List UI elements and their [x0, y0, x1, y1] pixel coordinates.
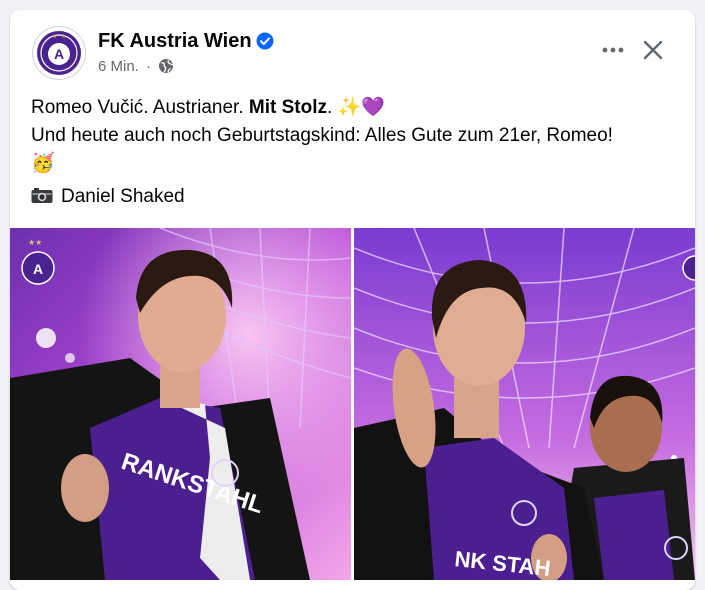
- svg-text:★★: ★★: [28, 238, 42, 247]
- more-options-icon: [602, 47, 624, 53]
- page-avatar[interactable]: A ★ ★: [32, 26, 86, 80]
- post-meta: 6 Min. ·: [98, 58, 174, 78]
- svg-text:★: ★: [52, 33, 57, 40]
- post-text-plain: Romeo Vučić. Austrianer.: [31, 97, 249, 118]
- svg-text:A: A: [33, 261, 43, 277]
- post-card: A ★ ★ FK Austria Wien 6 Min. · Romeo Vuč…: [10, 10, 695, 590]
- page-name[interactable]: FK Austria Wien: [98, 30, 252, 53]
- post-text: Romeo Vučić. Austrianer. Mit Stolz. ✨💜 U…: [31, 94, 681, 178]
- close-button[interactable]: [635, 32, 671, 68]
- post-text-period: .: [327, 97, 333, 118]
- more-options-button[interactable]: [597, 36, 629, 64]
- club-logo-icon: A ★ ★: [37, 31, 81, 75]
- post-text-bold: Mit Stolz: [248, 97, 328, 118]
- meta-separator: ·: [146, 58, 152, 75]
- verified-badge-icon: [256, 32, 274, 55]
- photo-2-image: NK STAH: [354, 228, 695, 580]
- post-photo-1[interactable]: RANKSTAHL A ★★: [10, 228, 351, 580]
- post-text-birthday: Und heute auch noch Geburtstagskind: All…: [31, 125, 613, 146]
- sparkles-heart-emoji: ✨💜: [337, 97, 385, 118]
- post-text-line-3: 🥳: [31, 150, 681, 178]
- post-text-line-1: Romeo Vučić. Austrianer. Mit Stolz. ✨💜: [31, 94, 681, 122]
- post-text-line-2: Und heute auch noch Geburtstagskind: All…: [31, 122, 681, 150]
- photo-credit-name: Daniel Shaked: [61, 186, 185, 207]
- svg-text:★: ★: [61, 33, 66, 40]
- photo-credit: Daniel Shaked: [31, 186, 185, 210]
- camera-icon: [31, 187, 53, 210]
- close-icon: [643, 40, 663, 60]
- globe-icon: [158, 58, 174, 78]
- svg-text:A: A: [54, 46, 64, 62]
- party-face-emoji: 🥳: [31, 153, 55, 174]
- post-header: A ★ ★ FK Austria Wien 6 Min. ·: [32, 26, 681, 82]
- post-timestamp[interactable]: 6 Min.: [98, 58, 139, 75]
- post-photo-2[interactable]: NK STAH: [354, 228, 695, 580]
- photo-1-image: RANKSTAHL A ★★: [10, 228, 351, 580]
